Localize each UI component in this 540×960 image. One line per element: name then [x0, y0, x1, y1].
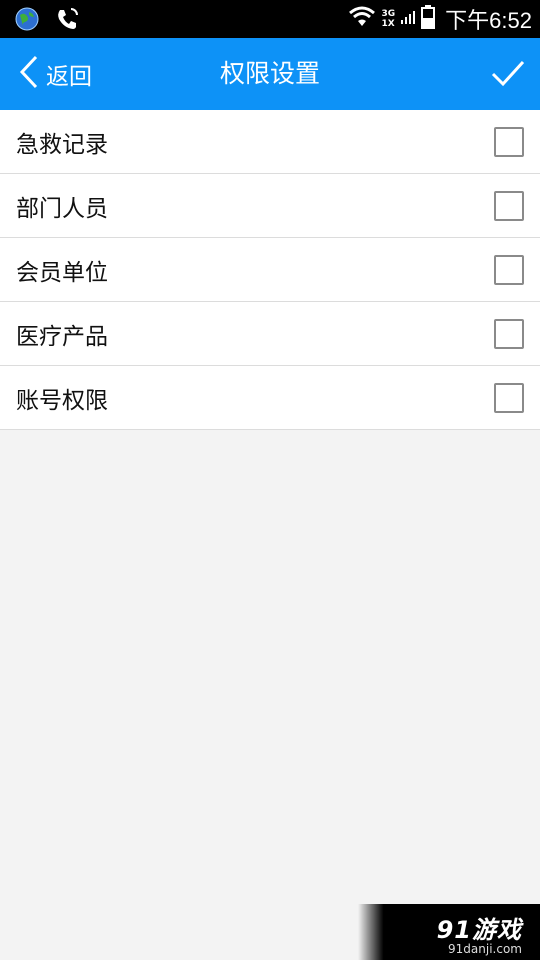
permission-row[interactable]: 急救记录 — [0, 110, 540, 174]
status-notifications — [14, 6, 80, 36]
status-indicators: 3G 1X 下午6:52 — [348, 0, 532, 38]
status-bar: 3G 1X 下午6:52 — [0, 0, 540, 38]
network-type-label: 3G 1X — [382, 9, 396, 29]
permission-label: 医疗产品 — [16, 323, 108, 350]
permission-row[interactable]: 部门人员 — [0, 174, 540, 238]
permission-label: 会员单位 — [16, 259, 108, 286]
permission-label: 急救记录 — [16, 131, 108, 158]
app-header: 返回 权限设置 — [0, 38, 540, 110]
permission-row[interactable]: 医疗产品 — [0, 302, 540, 366]
watermark: 91游戏 91danji.com — [358, 904, 540, 960]
permission-checkbox[interactable] — [494, 191, 524, 221]
battery-icon — [421, 5, 436, 33]
permission-row[interactable]: 账号权限 — [0, 366, 540, 430]
permission-checkbox[interactable] — [494, 319, 524, 349]
permission-label: 账号权限 — [16, 387, 108, 414]
status-time: 下午6:52 — [445, 8, 532, 33]
network-top-label: 3G — [381, 9, 396, 19]
permission-label: 部门人员 — [16, 195, 108, 222]
confirm-button[interactable] — [490, 56, 526, 92]
permission-list: 急救记录 部门人员 会员单位 医疗产品 账号权限 — [0, 110, 540, 430]
permission-checkbox[interactable] — [494, 255, 524, 285]
permission-row[interactable]: 会员单位 — [0, 238, 540, 302]
checkmark-icon — [490, 60, 526, 96]
network-bottom-label: 1X — [381, 19, 395, 29]
permission-checkbox[interactable] — [494, 383, 524, 413]
screen: 3G 1X 下午6:52 返回 权限设置 急救记录 部门人员 会员单位 医疗产品… — [0, 0, 540, 960]
chevron-left-icon — [18, 54, 40, 94]
wifi-icon — [348, 6, 376, 32]
back-button[interactable]: 返回 — [18, 38, 92, 110]
permission-checkbox[interactable] — [494, 127, 524, 157]
call-icon — [54, 6, 80, 36]
signal-icon — [401, 6, 416, 32]
watermark-logo: 91游戏 — [436, 916, 522, 944]
globe-icon — [14, 6, 40, 36]
watermark-site: 91danji.com — [448, 942, 522, 956]
back-label: 返回 — [46, 64, 92, 90]
